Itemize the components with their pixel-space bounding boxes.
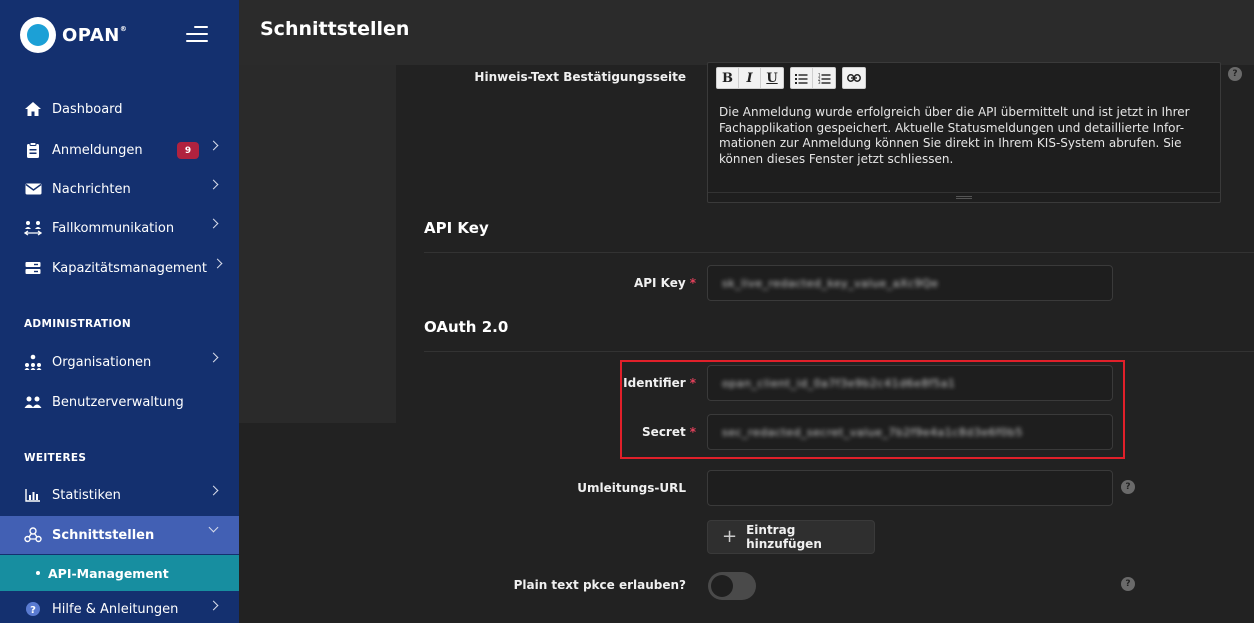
network-nodes-icon xyxy=(24,526,42,544)
page-title: Schnittstellen xyxy=(260,18,410,40)
secondary-panel xyxy=(239,65,396,423)
link-icon[interactable] xyxy=(843,68,865,88)
sidebar-item-kapazitaetsmanagement[interactable]: Kapazitätsmanagement xyxy=(0,249,239,287)
section-heading-weiteres: WEITERES xyxy=(24,452,87,464)
server-icon xyxy=(24,259,42,277)
chevron-right-icon xyxy=(208,140,219,151)
sidebar-item-hilfe[interactable]: ? Hilfe & Anleitungen xyxy=(0,591,239,623)
help-icon[interactable]: ? xyxy=(1228,67,1242,81)
editor-toolbar: B I U 123 xyxy=(716,67,866,89)
confirmation-text-label: Hinweis-Text Bestätigungsseite xyxy=(474,70,686,84)
add-entry-label: Eintrag hinzufügen xyxy=(746,523,822,551)
chevron-right-icon xyxy=(208,352,219,363)
envelope-icon xyxy=(24,180,42,198)
users-icon xyxy=(24,393,42,411)
chevron-down-icon xyxy=(208,522,219,533)
sidebar-item-benutzerverwaltung[interactable]: Benutzerverwaltung xyxy=(0,383,239,421)
help-icon[interactable]: ? xyxy=(1121,577,1135,591)
brand-logo[interactable]: OPAN® xyxy=(20,15,127,55)
pkce-label: Plain text pkce erlauben? xyxy=(513,578,686,592)
menu-toggle-icon[interactable] xyxy=(186,24,208,44)
redirect-url-label: Umleitungs-URL xyxy=(577,481,686,495)
section-divider xyxy=(424,252,1254,253)
sidebar-item-organisationen[interactable]: Organisationen xyxy=(0,343,239,381)
brand-name: OPAN® xyxy=(62,24,128,46)
section-title-oauth: OAuth 2.0 xyxy=(424,318,509,336)
section-title-api-key: API Key xyxy=(424,219,489,237)
bullet-icon xyxy=(36,571,40,575)
confirmation-text-editor[interactable]: B I U 123 Die Anmeldung wurde erfolgreic… xyxy=(707,62,1221,203)
org-chart-icon xyxy=(24,353,42,371)
bold-button[interactable]: B xyxy=(717,68,739,88)
help-icon[interactable]: ? xyxy=(1121,480,1135,494)
sidebar-item-label: Schnittstellen xyxy=(52,527,155,543)
sidebar-item-label: Fallkommunikation xyxy=(52,220,175,236)
sidebar-item-label: Benutzerverwaltung xyxy=(52,394,184,410)
sidebar-item-label: Organisationen xyxy=(52,354,152,370)
sidebar-item-label: Nachrichten xyxy=(52,181,131,197)
pkce-toggle[interactable] xyxy=(708,572,756,600)
sidebar-item-statistiken[interactable]: Statistiken xyxy=(0,476,239,514)
api-key-field[interactable]: sk_live_redacted_key_value_aXc9Qe xyxy=(707,265,1113,301)
sidebar-item-label: Kapazitätsmanagement xyxy=(52,260,207,276)
underline-button[interactable]: U xyxy=(761,68,783,88)
sidebar-item-label: Dashboard xyxy=(52,101,123,117)
sidebar-item-schnittstellen[interactable]: Schnittstellen xyxy=(0,516,239,554)
clipboard-icon xyxy=(24,141,42,159)
chevron-right-icon xyxy=(208,600,219,611)
help-circle-icon: ? xyxy=(24,600,42,618)
chevron-right-icon xyxy=(208,218,219,229)
plus-icon: + xyxy=(722,526,738,547)
chevron-right-icon xyxy=(212,258,223,269)
count-badge: 9 xyxy=(177,142,199,159)
bullet-list-icon[interactable] xyxy=(791,68,813,88)
add-entry-button[interactable]: + Eintrag hinzufügen xyxy=(707,520,875,554)
toggle-knob xyxy=(711,575,733,597)
opan-logo-icon xyxy=(20,17,56,53)
section-heading-administration: ADMINISTRATION xyxy=(24,318,131,330)
sidebar-item-dashboard[interactable]: Dashboard xyxy=(0,90,239,128)
top-bar: Schnittstellen xyxy=(239,0,1254,65)
sidebar-subitem-label: API-Management xyxy=(48,565,169,581)
sidebar-item-label: Hilfe & Anleitungen xyxy=(52,601,179,617)
sidebar-item-label: Anmeldungen xyxy=(52,142,143,158)
api-key-label: API Key * xyxy=(633,276,696,290)
sidebar-item-nachrichten[interactable]: Nachrichten xyxy=(0,170,239,208)
sidebar-item-fallkommunikation[interactable]: Fallkommunikation xyxy=(0,209,239,247)
bar-chart-icon xyxy=(24,486,42,504)
chevron-right-icon xyxy=(208,179,219,190)
redirect-url-field[interactable] xyxy=(707,470,1113,506)
highlight-box xyxy=(620,360,1125,459)
sidebar-subitem-api-management[interactable]: API-Management xyxy=(0,555,239,591)
resize-handle[interactable] xyxy=(708,192,1220,202)
sidebar: OPAN® Dashboard Anmeldungen 9 Nachrichte… xyxy=(0,0,239,623)
people-exchange-icon xyxy=(24,219,42,237)
svg-text:?: ? xyxy=(30,605,36,616)
section-divider xyxy=(424,351,1254,352)
chevron-right-icon xyxy=(208,485,219,496)
sidebar-item-label: Statistiken xyxy=(52,487,121,503)
home-icon xyxy=(24,100,42,118)
confirmation-text-content[interactable]: Die Anmeldung wurde erfolgreich über die… xyxy=(719,105,1215,167)
svg-text:3: 3 xyxy=(818,80,821,84)
italic-button[interactable]: I xyxy=(739,68,761,88)
numbered-list-icon[interactable]: 123 xyxy=(813,68,835,88)
sidebar-item-anmeldungen[interactable]: Anmeldungen 9 xyxy=(0,131,239,169)
